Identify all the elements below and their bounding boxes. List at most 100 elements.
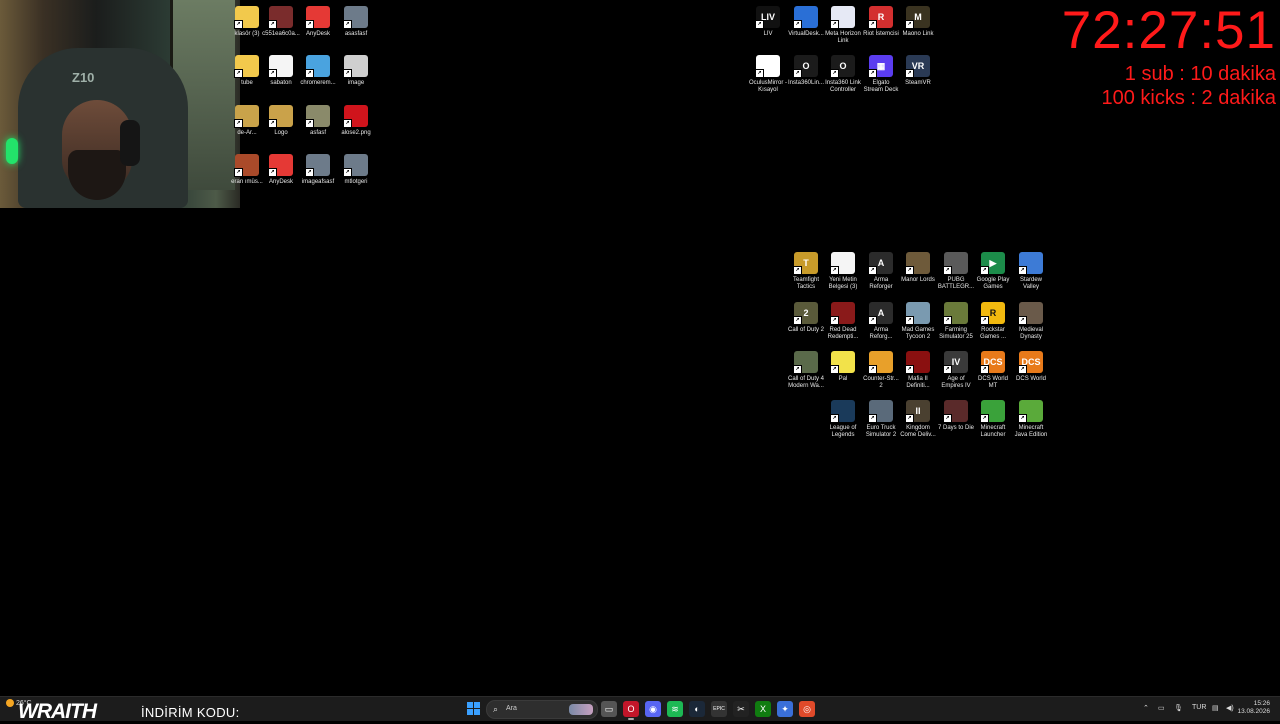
desktop-shortcut[interactable]: ↗ chromerem... — [299, 55, 337, 87]
language-indicator[interactable]: TUR — [1192, 704, 1206, 711]
shortcut-arrow-icon: ↗ — [980, 316, 989, 325]
copilot-icon[interactable]: ✦ — [777, 701, 793, 717]
desktop-shortcut[interactable]: ↗ PUBG BATTLEGR... — [937, 252, 975, 291]
desktop-shortcut[interactable]: ↗ eran ımüs... — [228, 154, 266, 186]
desktop-shortcut[interactable]: ↗ League of Legends — [824, 400, 862, 439]
desktop-shortcut[interactable]: ↗ Pal — [824, 351, 862, 383]
desktop-shortcut[interactable]: 2 ↗ Call of Duty 2 — [787, 302, 825, 334]
desktop-shortcut[interactable]: ↗ Yeni Metin Belgesi (3) — [824, 252, 862, 291]
desktop-shortcut[interactable]: ↗ Minecraft Java Edition — [1012, 400, 1050, 439]
shortcut-label: Call of Duty 4 Modern Wa... — [787, 376, 824, 389]
shortcut-arrow-icon: ↗ — [305, 168, 314, 177]
desktop-shortcut[interactable]: ↗ image — [337, 55, 375, 87]
desktop-shortcut[interactable]: ↗ Meta Horizon Link — [824, 6, 862, 45]
chevron-up-icon[interactable]: ⌃ — [1143, 704, 1149, 712]
network-icon[interactable]: ▤ — [1212, 704, 1219, 712]
desktop-shortcut[interactable]: O ↗ Insta360Lin... — [787, 55, 825, 87]
desktop-shortcut[interactable]: ↗ Mafia II Definiti... — [899, 351, 937, 390]
discord-icon[interactable]: ◉ — [645, 701, 661, 717]
desktop-shortcut[interactable]: ↗ imageafsasf — [299, 154, 337, 186]
battery-icon[interactable]: ▭ — [1158, 704, 1165, 712]
desktop-shortcut[interactable]: VR ↗ SteamVR — [899, 55, 937, 87]
shortcut-arrow-icon: ↗ — [830, 20, 839, 29]
desktop-shortcut[interactable]: T ↗ Teamfight Tactics — [787, 252, 825, 291]
shortcut-arrow-icon: ↗ — [793, 69, 802, 78]
maono-link-icon: M ↗ — [905, 6, 930, 29]
desktop-shortcut[interactable]: ↗ Red Dead Redempti... — [824, 302, 862, 341]
desktop-shortcut[interactable]: ↗ Manor Lords — [899, 252, 937, 284]
desktop-shortcut[interactable]: ↗ AnyDesk — [299, 6, 337, 38]
shortcut-label: OculusMirror - Kısayol — [749, 80, 788, 93]
shortcut-arrow-icon: ↗ — [343, 20, 352, 29]
taskbar-search[interactable]: ⌕ Ara — [486, 700, 598, 719]
app-glyph: ≋ — [671, 703, 679, 714]
shortcut-label: AnyDesk — [305, 31, 330, 37]
desktop-shortcut[interactable]: DCS ↗ DCS World MT — [974, 351, 1012, 390]
desktop-shortcut[interactable]: ↗ c551ea6c0a... — [262, 6, 300, 38]
shortcut-arrow-icon: ↗ — [868, 20, 877, 29]
app-glyph: ◐ — [694, 704, 700, 714]
desktop-shortcut[interactable]: LIV ↗ LIV — [749, 6, 787, 38]
volume-icon[interactable]: ◀) — [1226, 704, 1234, 712]
desktop-shortcut[interactable]: O ↗ Insta360 Link Controller — [824, 55, 862, 94]
desktop-shortcut[interactable]: ↗ de-Ar... — [228, 105, 266, 137]
shortcut-label: PUBG BATTLEGR... — [937, 277, 975, 290]
desktop-shortcut[interactable]: ▶ ↗ Google Play Games — [974, 252, 1012, 291]
desktop-shortcut[interactable]: DCS ↗ DCS World — [1012, 351, 1050, 383]
desktop-shortcut[interactable]: ↗ Call of Duty 4 Modern Wa... — [787, 351, 825, 390]
desktop-shortcut[interactable]: A ↗ Arma Reforger — [862, 252, 900, 291]
desktop-shortcut[interactable]: ↗ tube — [228, 55, 266, 87]
app-glyph: ◉ — [649, 703, 657, 714]
microphone-icon[interactable]: 🎙 — [1174, 704, 1183, 712]
medieval-dynasty-icon: ↗ — [1018, 302, 1043, 325]
desktop-shortcut[interactable]: ↗ asfasf — [299, 105, 337, 137]
desktop-shortcut[interactable]: ↗ alose2.png — [337, 105, 375, 137]
desktop-shortcut[interactable]: A ↗ Arma Reforg... — [862, 302, 900, 341]
desktop-shortcut[interactable]: II ↗ Kingdom Come Deliv... — [899, 400, 937, 439]
spotify-icon[interactable]: ≋ — [667, 701, 683, 717]
oculus-mirror-icon: ↗ — [755, 55, 780, 78]
desktop-shortcut[interactable]: ↗ Stardew Valley — [1012, 252, 1050, 291]
file-explorer-icon[interactable]: ▭ — [601, 701, 617, 717]
desktop-shortcut[interactable]: ↗ 7 Days to Die — [937, 400, 975, 432]
desktop-shortcut[interactable]: ▦ ↗ Elgato Stream Deck — [862, 55, 900, 94]
opera-gx-icon[interactable]: O — [623, 701, 639, 720]
timer-countdown: 72:27:51 — [1061, 1, 1276, 60]
desktop-shortcut[interactable]: ↗ Euro Truck Simulator 2 — [862, 400, 900, 439]
desktop-shortcut[interactable]: ↗ sabaton — [262, 55, 300, 87]
desktop-shortcut[interactable]: ↗ Logo — [262, 105, 300, 137]
capcut-icon[interactable]: ✂ — [733, 701, 749, 717]
desktop-shortcut[interactable]: ↗ Medieval Dynasty — [1012, 302, 1050, 341]
app-glyph: ◎ — [803, 703, 811, 714]
search-highlight-image — [569, 704, 593, 715]
system-clock[interactable]: 15:26 13.08.2026 — [1237, 700, 1270, 716]
icon-glyph: M — [914, 12, 922, 22]
desktop-shortcut[interactable]: ↗ Counter-Str... 2 — [862, 351, 900, 390]
shortcut-arrow-icon: ↗ — [980, 365, 989, 374]
desktop-shortcut[interactable]: M ↗ Maono Link — [899, 6, 937, 38]
shortcut-label: Manor Lords — [901, 277, 935, 283]
shortcut-arrow-icon: ↗ — [755, 69, 764, 78]
chrome-icon[interactable]: ◎ — [799, 701, 815, 717]
xbox-icon[interactable]: X — [755, 701, 771, 717]
start-button[interactable] — [467, 702, 480, 715]
epic-games-icon[interactable]: EPIC — [711, 701, 727, 717]
desktop-shortcut[interactable]: ↗ VirtualDesk... — [787, 6, 825, 38]
desktop-shortcut[interactable]: IV ↗ Age of Empires IV — [937, 351, 975, 390]
shortcut-arrow-icon: ↗ — [793, 365, 802, 374]
desktop-shortcut[interactable]: ↗ klasör (3) — [228, 6, 266, 38]
desktop-shortcut[interactable]: ↗ Mad Games Tycoon 2 — [899, 302, 937, 341]
desktop-shortcut[interactable]: ↗ OculusMirror - Kısayol — [749, 55, 787, 94]
desktop-shortcut[interactable]: ↗ mtlotgeri — [337, 154, 375, 186]
desktop-shortcut[interactable]: R ↗ Riot İstemcisi — [862, 6, 900, 38]
steam-icon[interactable]: ◐ — [689, 701, 705, 717]
virtual-desktop-icon: ↗ — [793, 6, 818, 29]
desktop-shortcut[interactable]: ↗ AnyDesk — [262, 154, 300, 186]
shortcut-arrow-icon: ↗ — [755, 20, 764, 29]
google-play-games-icon: ▶ ↗ — [980, 252, 1005, 275]
desktop-shortcut[interactable]: ↗ Minecraft Launcher — [974, 400, 1012, 439]
desktop-shortcut[interactable]: ↗ asasfasf — [337, 6, 375, 38]
shortcut-label: LIV — [763, 31, 773, 37]
desktop-shortcut[interactable]: R ↗ Rockstar Games ... — [974, 302, 1012, 341]
desktop-shortcut[interactable]: ↗ Farming Simulator 25 — [937, 302, 975, 341]
